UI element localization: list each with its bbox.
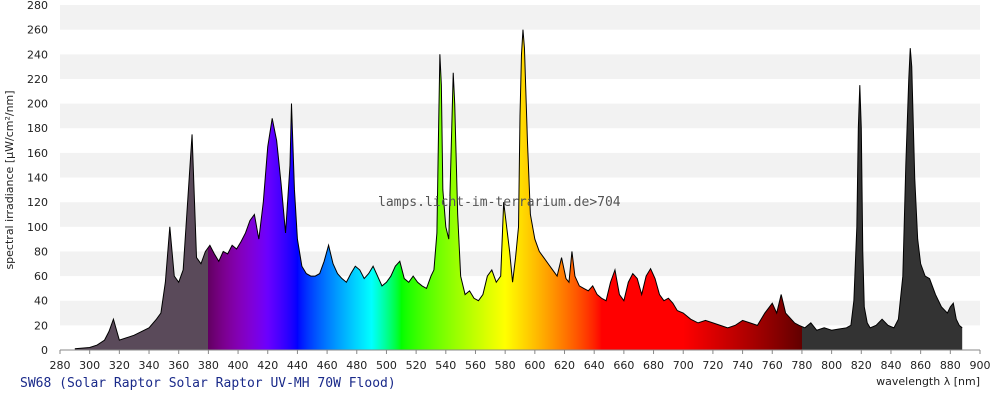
x-tick-label: 740 [732,359,753,372]
y-axis-label: spectral irradiance [µW/cm²/nm] [3,90,16,269]
x-tick-label: 700 [673,359,694,372]
x-tick-label: 540 [435,359,456,372]
x-tick-label: 620 [554,359,575,372]
grid-band [60,29,980,55]
x-tick-label: 360 [168,359,189,372]
y-tick-label: 20 [34,319,48,332]
spectrum-slice [522,29,524,350]
y-tick-label: 140 [27,172,48,185]
y-tick-label: 100 [27,221,48,234]
x-tick-label: 860 [910,359,931,372]
x-tick-label: 320 [109,359,130,372]
x-tick-label: 400 [228,359,249,372]
y-tick-label: 220 [27,73,48,86]
x-tick-label: 520 [406,359,427,372]
x-tick-label: 580 [495,359,516,372]
y-tick-label: 40 [34,295,48,308]
y-tick-label: 80 [34,245,48,258]
x-tick-label: 720 [702,359,723,372]
x-tick-label: 760 [762,359,783,372]
lamp-caption: SW68 (Solar Raptor Solar Raptor UV-MH 70… [20,376,396,391]
x-tick-label: 820 [851,359,872,372]
y-tick-label: 180 [27,122,48,135]
x-tick-label: 600 [524,359,545,372]
x-tick-label: 340 [139,359,160,372]
x-axis-ticks: 280 300 320 340 360 380 400 420 440 460 480 500 520 5… [50,350,991,372]
y-tick-label: 120 [27,196,48,209]
x-tick-label: 500 [376,359,397,372]
x-tick-label: 560 [465,359,486,372]
watermark-text: lamps.licht-im-terrarium.de>704 [378,195,621,210]
y-tick-label: 240 [27,48,48,61]
x-tick-label: 380 [198,359,219,372]
x-tick-label: 440 [287,359,308,372]
x-tick-label: 660 [613,359,634,372]
y-tick-label: 0 [41,344,48,357]
x-tick-label: 840 [880,359,901,372]
x-tick-label: 460 [317,359,338,372]
x-tick-label: 900 [970,359,991,372]
spectrum-chart: 0 20 40 60 80 100 120 140 160 180 200 220 240 260 280 … [3,0,991,388]
x-tick-label: 680 [643,359,664,372]
x-tick-label: 880 [940,359,961,372]
grid-band [60,5,980,30]
x-tick-label: 480 [346,359,367,372]
y-tick-label: 200 [27,98,48,111]
y-tick-label: 260 [27,24,48,37]
x-tick-label: 800 [821,359,842,372]
y-tick-label: 60 [34,270,48,283]
x-axis-label: wavelength λ [nm] [876,375,980,388]
y-tick-label: 160 [27,147,48,160]
x-tick-label: 640 [584,359,605,372]
y-axis-ticks: 0 20 40 60 80 100 120 140 160 180 200 220 240 260 280 [27,0,48,357]
x-tick-label: 420 [257,359,278,372]
x-tick-label: 300 [79,359,100,372]
x-tick-label: 780 [791,359,812,372]
y-tick-label: 280 [27,0,48,12]
x-tick-label: 280 [50,359,71,372]
grid-band [60,54,980,79]
spectrum-slice [523,29,525,350]
